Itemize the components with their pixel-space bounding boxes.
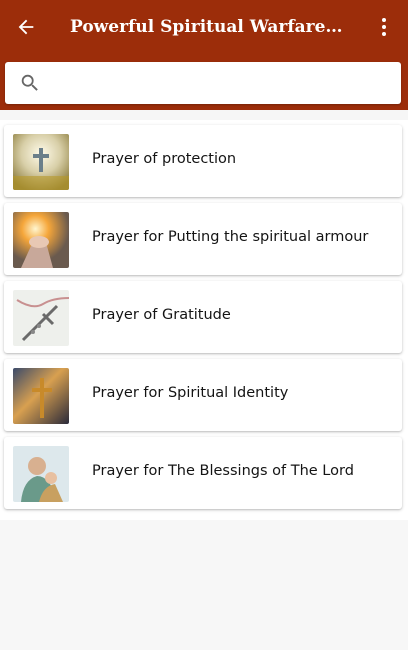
list-item-label: Prayer of Gratitude [92,307,231,323]
more-vert-icon-dot [382,32,386,36]
list-item-spiritual-identity[interactable]: Prayer for Spiritual Identity [4,359,402,431]
list-item-label: Prayer of protection [92,151,237,167]
hand-sunlight-image [13,212,69,268]
rosary-image [13,290,69,346]
list-item-label: Prayer for Spiritual Identity [92,385,289,401]
list-item-blessings[interactable]: Prayer for The Blessings of The Lord [4,437,402,509]
page-title: Powerful Spiritual Warfare Prayers t... [70,17,348,37]
prayer-list: Prayer of protection Prayer for Putting … [0,120,408,520]
list-item-spiritual-armour[interactable]: Prayer for Putting the spiritual armour [4,203,402,275]
cross-sky-image [13,134,69,190]
arrow-back-icon [18,19,34,35]
overflow-menu-button[interactable] [370,11,398,43]
list-item-gratitude[interactable]: Prayer of Gratitude [4,281,402,353]
search-icon [21,74,38,91]
toolbar: Powerful Spiritual Warfare Prayers t... [0,0,408,54]
more-vert-icon [382,18,386,22]
saint-joseph-image [13,446,69,502]
list-item-prayer-of-protection[interactable]: Prayer of protection [4,125,402,197]
list-item-label: Prayer for The Blessings of The Lord [92,463,354,479]
app-bar: Powerful Spiritual Warfare Prayers t... [0,0,408,110]
list-item-label: Prayer for Putting the spiritual armour [92,229,369,245]
search-input[interactable] [53,68,393,98]
crucifix-light-image [13,368,69,424]
more-vert-icon-dot [382,25,386,29]
empty-background [0,520,408,650]
back-button[interactable] [10,11,42,43]
search-bar[interactable] [5,62,401,104]
